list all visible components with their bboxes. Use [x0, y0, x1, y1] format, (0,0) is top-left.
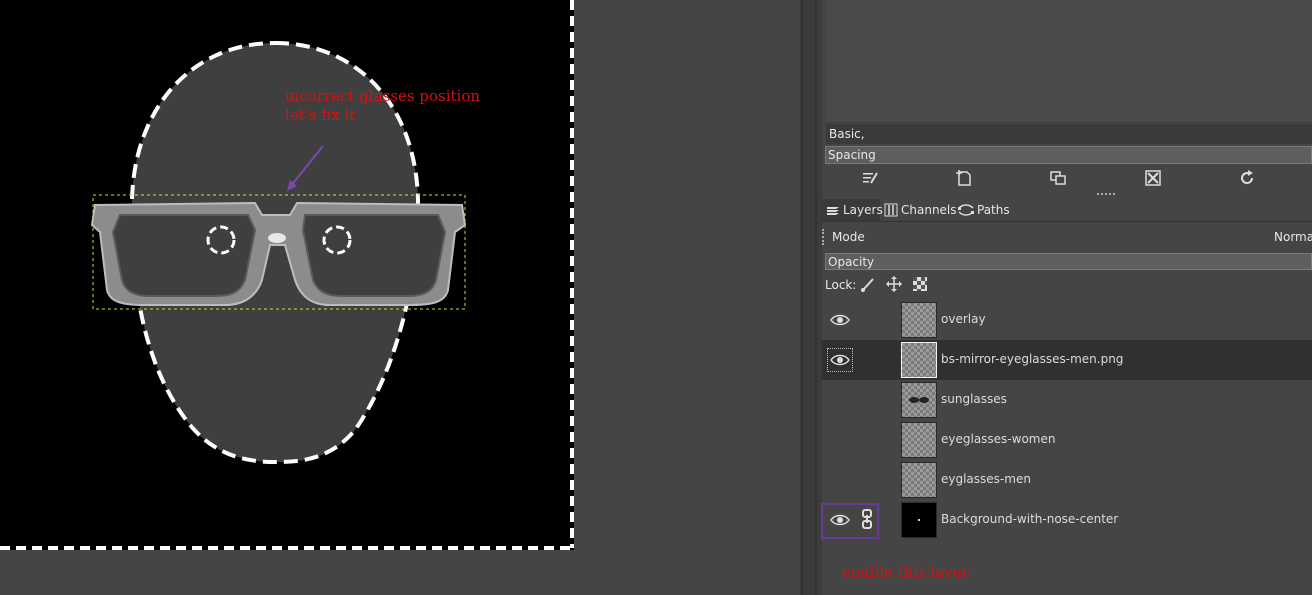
layer-thumbnail [901, 462, 937, 498]
layer-row[interactable]: Background-with-nose-center [822, 500, 1312, 540]
divider-line [801, 0, 803, 595]
tab-layers[interactable]: Layers [822, 199, 883, 221]
delete-brush-icon[interactable] [1143, 168, 1163, 188]
layer-thumbnail [901, 382, 937, 418]
layer-name[interactable]: sunglasses [941, 392, 1007, 406]
tab-underline [822, 221, 1312, 222]
eye-visibility-icon[interactable] [828, 310, 852, 330]
layer-name[interactable]: bs-mirror-eyeglasses-men.png [941, 352, 1123, 366]
layer-row[interactable]: eyglasses-men [822, 460, 1312, 500]
spacing-slider[interactable]: Spacing [825, 146, 1312, 164]
lock-label: Lock: [825, 278, 857, 292]
layer-thumbnail [901, 302, 937, 338]
lock-position-icon[interactable] [886, 276, 902, 295]
tab-channels[interactable]: Channels [882, 199, 957, 221]
annotation-enable-layer: enable this layer [842, 563, 969, 581]
brush-preview-area[interactable] [826, 0, 1312, 123]
mode-label: Mode [832, 230, 865, 244]
layer-thumbnail [901, 502, 937, 538]
lock-pixels-icon[interactable] [860, 276, 876, 295]
layer-name[interactable]: eyglasses-men [941, 472, 1031, 486]
lock-alpha-icon[interactable] [912, 276, 928, 295]
layer-row[interactable]: bs-mirror-eyeglasses-men.png [822, 340, 1312, 380]
mode-dropdown[interactable]: Norma [1274, 230, 1312, 244]
layer-name[interactable]: Background-with-nose-center [941, 512, 1118, 526]
opacity-slider[interactable]: Opacity [825, 253, 1312, 270]
tab-label: Layers [843, 203, 883, 217]
highlight-box [821, 503, 879, 539]
layer-name[interactable]: eyeglasses-women [941, 432, 1055, 446]
layer-name[interactable]: overlay [941, 312, 986, 326]
duplicate-brush-icon[interactable] [1048, 168, 1068, 188]
divider-line [815, 0, 817, 595]
paths-icon [958, 204, 974, 216]
new-brush-icon[interactable] [954, 168, 974, 188]
layer-row[interactable]: overlay [822, 300, 1312, 340]
layer-thumbnail [901, 342, 937, 378]
edit-brush-icon[interactable] [860, 168, 880, 188]
canvas-drawing [0, 0, 574, 550]
brush-preset-field[interactable]: Basic, [826, 124, 1312, 144]
panel-divider[interactable] [800, 0, 822, 595]
layers-icon [826, 204, 840, 216]
eye-visibility-icon[interactable] [827, 348, 853, 372]
layer-row[interactable]: eyeglasses-women [822, 420, 1312, 460]
mode-row[interactable]: Mode Norma [826, 226, 1312, 248]
tab-paths[interactable]: Paths [956, 199, 1010, 221]
annotation-glasses-position: incorrect glasses position let's fix it [285, 87, 481, 124]
layer-row[interactable]: sunglasses [822, 380, 1312, 420]
layer-thumbnail [901, 422, 937, 458]
tab-label: Paths [977, 203, 1010, 217]
tab-label: Channels [901, 203, 957, 217]
channels-icon [884, 203, 898, 217]
refresh-brushes-icon[interactable] [1237, 168, 1257, 188]
dock-resize-handle[interactable] [1097, 193, 1115, 197]
